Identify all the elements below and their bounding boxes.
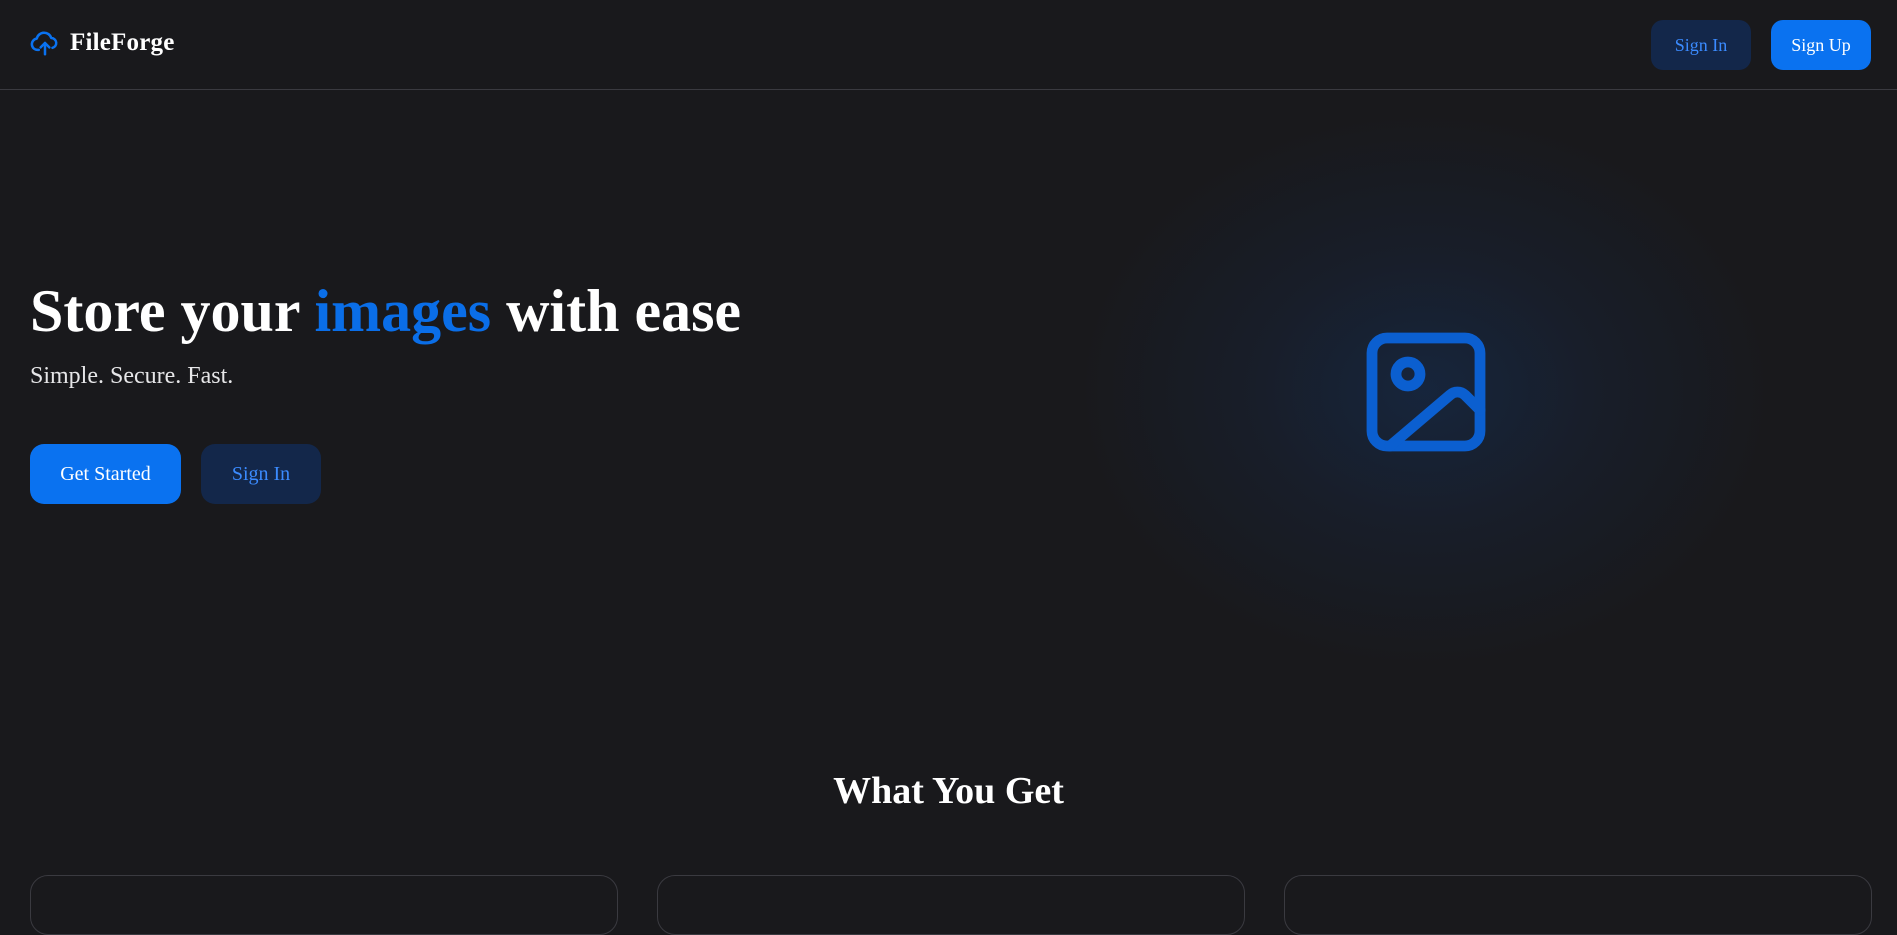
header-sign-up-button[interactable]: Sign Up xyxy=(1771,20,1871,70)
hero-title: Store your images with ease xyxy=(30,272,741,350)
image-icon xyxy=(1366,332,1486,452)
feature-card xyxy=(30,875,618,935)
cloud-upload-icon xyxy=(30,31,58,56)
hero-sign-in-button[interactable]: Sign In xyxy=(201,444,321,504)
feature-card xyxy=(657,875,1245,935)
get-started-button[interactable]: Get Started xyxy=(30,444,181,504)
feature-card xyxy=(1284,875,1872,935)
hero-title-suffix: with ease xyxy=(491,278,742,344)
header-sign-in-button[interactable]: Sign In xyxy=(1651,20,1751,70)
hero-title-accent: images xyxy=(314,278,492,344)
hero-subtitle: Simple. Secure. Fast. xyxy=(30,363,234,389)
features-heading: What You Get xyxy=(833,770,1064,812)
top-navbar: FileForge Sign In Sign Up xyxy=(0,0,1897,90)
brand-name: FileForge xyxy=(70,29,175,56)
hero-title-prefix: Store your xyxy=(30,278,315,344)
brand[interactable]: FileForge xyxy=(30,28,175,58)
